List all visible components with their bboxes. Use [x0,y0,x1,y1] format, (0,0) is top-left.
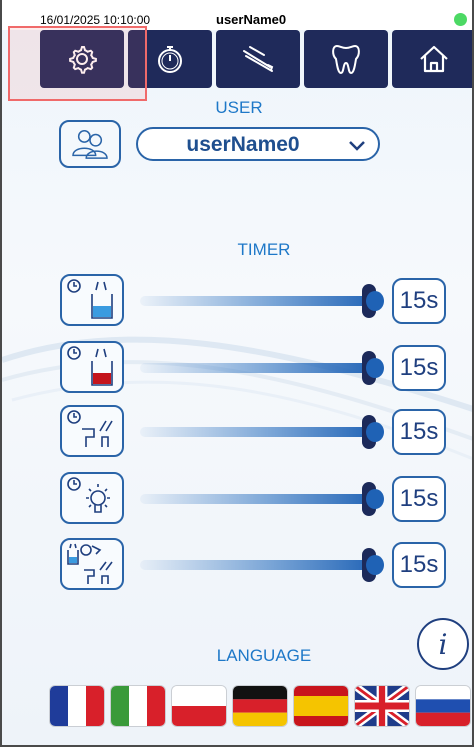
tooth-icon [332,44,360,75]
info-button[interactable]: i [417,618,469,670]
nav-instruments-button[interactable] [216,30,300,88]
chevron-down-icon [349,141,365,151]
german-flag[interactable] [233,686,287,726]
spanish-flag[interactable] [294,686,348,726]
uk-flag[interactable] [355,686,409,726]
status-datetime: 16/01/2025 10:10:00 [40,13,151,27]
timer-slider[interactable] [140,482,384,516]
nav-tooth-button[interactable] [304,30,388,88]
slider-cap [366,555,384,575]
background-swoosh [2,336,472,461]
info-icon: i [438,627,448,661]
timer-value-box[interactable]: 15s [392,278,446,324]
stopwatch-icon [158,46,182,73]
timer-cup-blue-button[interactable] [60,274,124,326]
language-flags [50,686,472,728]
timer-value-box[interactable]: 15s [392,476,446,522]
timer-row: 15s [60,472,470,526]
timer-cup-to-bowl-button[interactable] [60,538,124,590]
instruments-icon [243,46,274,72]
user-select-dropdown[interactable]: userName0 [136,127,380,161]
slider-track [140,363,380,373]
cup-to-bowl-icon [67,543,113,584]
light-bulb-icon [67,477,110,513]
user-select-value: userName0 [186,133,300,156]
bowl-rinse-icon [67,410,113,447]
timer-light-button[interactable] [60,472,124,524]
cup-red-water-icon [67,346,113,386]
cup-blue-water-icon [67,279,113,319]
slider-track [140,494,380,504]
slider-track [140,427,380,437]
timer-slider[interactable] [140,351,384,385]
nav-home-button[interactable] [392,30,472,88]
user-section-label: USER [215,98,263,117]
timer-slider[interactable] [140,548,384,582]
french-flag[interactable] [50,686,104,726]
timer-row: 15s [60,274,470,328]
timer-value-box[interactable]: 15s [392,542,446,588]
timer-row: 15s [60,538,470,592]
polish-flag[interactable] [172,686,226,726]
slider-cap [366,291,384,311]
slider-cap [366,489,384,509]
slider-cap [366,358,384,378]
timer-value-box[interactable]: 15s [392,345,446,391]
italian-flag[interactable] [111,686,165,726]
timer-row: 15s [60,405,470,459]
timer-slider[interactable] [140,415,384,449]
users-icon [72,130,108,159]
timer-section-label: TIMER [237,240,291,259]
screen: 16/01/2025 10:10:00 userName0 USER userN… [0,0,474,747]
timer-slider[interactable] [140,284,384,318]
russian-flag[interactable] [416,686,470,726]
status-username: userName0 [216,12,287,27]
timer-bowl-rinse-button[interactable] [60,405,124,457]
timer-row: 15s [60,341,470,395]
slider-track [140,296,380,306]
timer-value-box[interactable]: 15s [392,409,446,455]
home-icon [420,45,448,73]
slider-cap [366,422,384,442]
connection-status-indicator [454,13,467,26]
users-manage-button[interactable] [59,120,121,168]
settings-highlight-box [8,26,147,101]
language-section-label: LANGUAGE [216,646,312,665]
timer-cup-red-button[interactable] [60,341,124,393]
slider-track [140,560,380,570]
